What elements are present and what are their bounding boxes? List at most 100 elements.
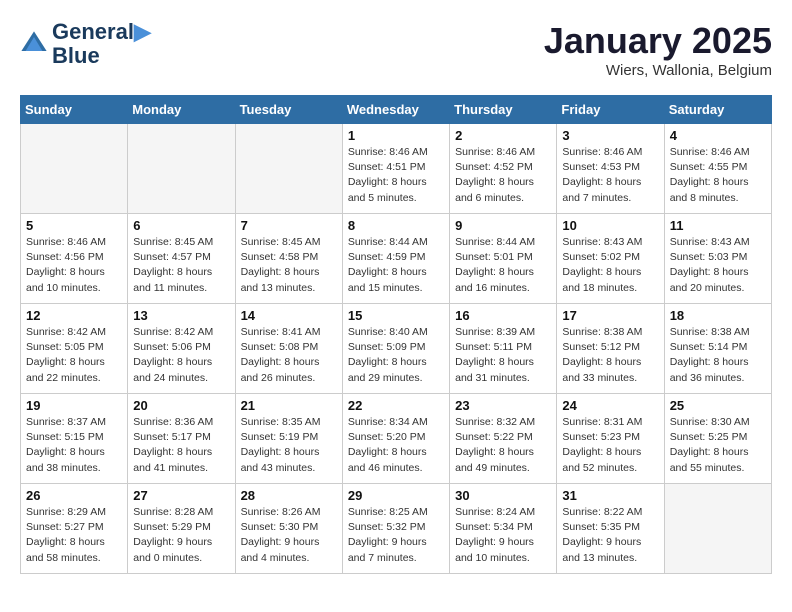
day-cell-14: 14Sunrise: 8:41 AM Sunset: 5:08 PM Dayli… [235, 304, 342, 394]
day-cell-13: 13 Sunrise: 8:42 AM Sunset: 5:06 PM Dayli… [128, 304, 235, 394]
day-cell-1: 1Sunrise: 8:46 AM Sunset: 4:51 PM Daylig… [342, 124, 449, 214]
day-cell-6: 6Sunrise: 8:45 AM Sunset: 4:57 PM Daylig… [128, 214, 235, 304]
day-number: 31 [562, 488, 658, 503]
day-number: 3 [562, 128, 658, 143]
day-info: Sunrise: 8:40 AM Sunset: 5:09 PM Dayligh… [348, 325, 444, 386]
location: Wiers, Wallonia, Belgium [544, 62, 772, 79]
day-info: Sunrise: 8:43 AM Sunset: 5:03 PM Dayligh… [670, 235, 766, 296]
calendar-header-row: SundayMondayTuesdayWednesdayThursdayFrid… [21, 96, 772, 124]
day-cell-21: 21 Sunrise: 8:35 AM Sunset: 5:19 PM Dayli… [235, 394, 342, 484]
day-cell-15: 15 Sunrise: 8:40 AM Sunset: 5:09 PM Dayli… [342, 304, 449, 394]
day-number: 5 [26, 218, 122, 233]
day-cell-29: 29 Sunrise: 8:25 AM Sunset: 5:32 PM Dayli… [342, 484, 449, 574]
day-cell-23: 23 Sunrise: 8:32 AM Sunset: 5:22 PM Dayli… [450, 394, 557, 484]
day-info: Sunrise: 8:38 AM Sunset: 5:12 PM Dayligh… [562, 325, 658, 386]
day-number: 20 [133, 398, 229, 413]
day-cell-25: 25Sunrise: 8:30 AM Sunset: 5:25 PM Dayli… [664, 394, 771, 484]
day-cell-27: 27 Sunrise: 8:28 AM Sunset: 5:29 PM Dayli… [128, 484, 235, 574]
day-info: Sunrise: 8:37 AM Sunset: 5:15 PM Dayligh… [26, 415, 122, 476]
day-cell-31: 31 Sunrise: 8:22 AM Sunset: 5:35 PM Dayli… [557, 484, 664, 574]
logo: General▶ Blue [20, 20, 151, 68]
day-cell-4: 4 Sunrise: 8:46 AM Sunset: 4:55 PM Daylig… [664, 124, 771, 214]
day-cell-2: 2 Sunrise: 8:46 AM Sunset: 4:52 PM Daylig… [450, 124, 557, 214]
day-info: Sunrise: 8:46 AM Sunset: 4:55 PM Dayligh… [670, 145, 766, 206]
day-number: 24 [562, 398, 658, 413]
day-number: 15 [348, 308, 444, 323]
week-row-5: 26 Sunrise: 8:29 AM Sunset: 5:27 PM Dayli… [21, 484, 772, 574]
day-number: 26 [26, 488, 122, 503]
empty-cell [21, 124, 128, 214]
column-header-friday: Friday [557, 96, 664, 124]
day-cell-7: 7 Sunrise: 8:45 AM Sunset: 4:58 PM Daylig… [235, 214, 342, 304]
day-cell-18: 18Sunrise: 8:38 AM Sunset: 5:14 PM Dayli… [664, 304, 771, 394]
logo-text: General▶ Blue [52, 20, 151, 68]
day-number: 13 [133, 308, 229, 323]
day-cell-26: 26 Sunrise: 8:29 AM Sunset: 5:27 PM Dayli… [21, 484, 128, 574]
day-info: Sunrise: 8:43 AM Sunset: 5:02 PM Dayligh… [562, 235, 658, 296]
column-header-tuesday: Tuesday [235, 96, 342, 124]
day-number: 14 [241, 308, 337, 323]
day-cell-3: 3 Sunrise: 8:46 AM Sunset: 4:53 PM Daylig… [557, 124, 664, 214]
day-cell-11: 11Sunrise: 8:43 AM Sunset: 5:03 PM Dayli… [664, 214, 771, 304]
day-info: Sunrise: 8:38 AM Sunset: 5:14 PM Dayligh… [670, 325, 766, 386]
empty-cell [235, 124, 342, 214]
day-info: Sunrise: 8:24 AM Sunset: 5:34 PM Dayligh… [455, 505, 551, 566]
day-info: Sunrise: 8:44 AM Sunset: 5:01 PM Dayligh… [455, 235, 551, 296]
column-header-sunday: Sunday [21, 96, 128, 124]
day-number: 19 [26, 398, 122, 413]
column-header-wednesday: Wednesday [342, 96, 449, 124]
day-number: 12 [26, 308, 122, 323]
day-info: Sunrise: 8:25 AM Sunset: 5:32 PM Dayligh… [348, 505, 444, 566]
week-row-4: 19 Sunrise: 8:37 AM Sunset: 5:15 PM Dayli… [21, 394, 772, 484]
day-number: 2 [455, 128, 551, 143]
day-number: 21 [241, 398, 337, 413]
day-number: 7 [241, 218, 337, 233]
day-info: Sunrise: 8:44 AM Sunset: 4:59 PM Dayligh… [348, 235, 444, 296]
day-cell-28: 28 Sunrise: 8:26 AM Sunset: 5:30 PM Dayli… [235, 484, 342, 574]
day-info: Sunrise: 8:32 AM Sunset: 5:22 PM Dayligh… [455, 415, 551, 476]
day-info: Sunrise: 8:29 AM Sunset: 5:27 PM Dayligh… [26, 505, 122, 566]
calendar-table: SundayMondayTuesdayWednesdayThursdayFrid… [20, 95, 772, 574]
day-number: 29 [348, 488, 444, 503]
week-row-1: 1Sunrise: 8:46 AM Sunset: 4:51 PM Daylig… [21, 124, 772, 214]
day-cell-22: 22 Sunrise: 8:34 AM Sunset: 5:20 PM Dayli… [342, 394, 449, 484]
day-number: 10 [562, 218, 658, 233]
day-info: Sunrise: 8:46 AM Sunset: 4:53 PM Dayligh… [562, 145, 658, 206]
empty-cell [664, 484, 771, 574]
day-cell-12: 12 Sunrise: 8:42 AM Sunset: 5:05 PM Dayli… [21, 304, 128, 394]
day-number: 8 [348, 218, 444, 233]
day-info: Sunrise: 8:30 AM Sunset: 5:25 PM Dayligh… [670, 415, 766, 476]
day-info: Sunrise: 8:42 AM Sunset: 5:05 PM Dayligh… [26, 325, 122, 386]
day-info: Sunrise: 8:46 AM Sunset: 4:52 PM Dayligh… [455, 145, 551, 206]
day-number: 27 [133, 488, 229, 503]
day-info: Sunrise: 8:26 AM Sunset: 5:30 PM Dayligh… [241, 505, 337, 566]
day-number: 30 [455, 488, 551, 503]
day-cell-19: 19 Sunrise: 8:37 AM Sunset: 5:15 PM Dayli… [21, 394, 128, 484]
day-info: Sunrise: 8:35 AM Sunset: 5:19 PM Dayligh… [241, 415, 337, 476]
day-info: Sunrise: 8:34 AM Sunset: 5:20 PM Dayligh… [348, 415, 444, 476]
week-row-3: 12 Sunrise: 8:42 AM Sunset: 5:05 PM Dayli… [21, 304, 772, 394]
day-info: Sunrise: 8:42 AM Sunset: 5:06 PM Dayligh… [133, 325, 229, 386]
day-cell-5: 5 Sunrise: 8:46 AM Sunset: 4:56 PM Daylig… [21, 214, 128, 304]
day-info: Sunrise: 8:39 AM Sunset: 5:11 PM Dayligh… [455, 325, 551, 386]
month-title: January 2025 [544, 20, 772, 62]
day-number: 22 [348, 398, 444, 413]
day-info: Sunrise: 8:36 AM Sunset: 5:17 PM Dayligh… [133, 415, 229, 476]
week-row-2: 5 Sunrise: 8:46 AM Sunset: 4:56 PM Daylig… [21, 214, 772, 304]
day-number: 28 [241, 488, 337, 503]
day-cell-24: 24Sunrise: 8:31 AM Sunset: 5:23 PM Dayli… [557, 394, 664, 484]
day-info: Sunrise: 8:45 AM Sunset: 4:58 PM Dayligh… [241, 235, 337, 296]
day-info: Sunrise: 8:22 AM Sunset: 5:35 PM Dayligh… [562, 505, 658, 566]
day-number: 4 [670, 128, 766, 143]
column-header-monday: Monday [128, 96, 235, 124]
day-info: Sunrise: 8:46 AM Sunset: 4:56 PM Dayligh… [26, 235, 122, 296]
day-cell-8: 8 Sunrise: 8:44 AM Sunset: 4:59 PM Daylig… [342, 214, 449, 304]
logo-icon [20, 30, 48, 58]
day-number: 9 [455, 218, 551, 233]
day-cell-17: 17 Sunrise: 8:38 AM Sunset: 5:12 PM Dayli… [557, 304, 664, 394]
empty-cell [128, 124, 235, 214]
day-number: 17 [562, 308, 658, 323]
day-cell-9: 9 Sunrise: 8:44 AM Sunset: 5:01 PM Daylig… [450, 214, 557, 304]
day-number: 23 [455, 398, 551, 413]
day-info: Sunrise: 8:28 AM Sunset: 5:29 PM Dayligh… [133, 505, 229, 566]
